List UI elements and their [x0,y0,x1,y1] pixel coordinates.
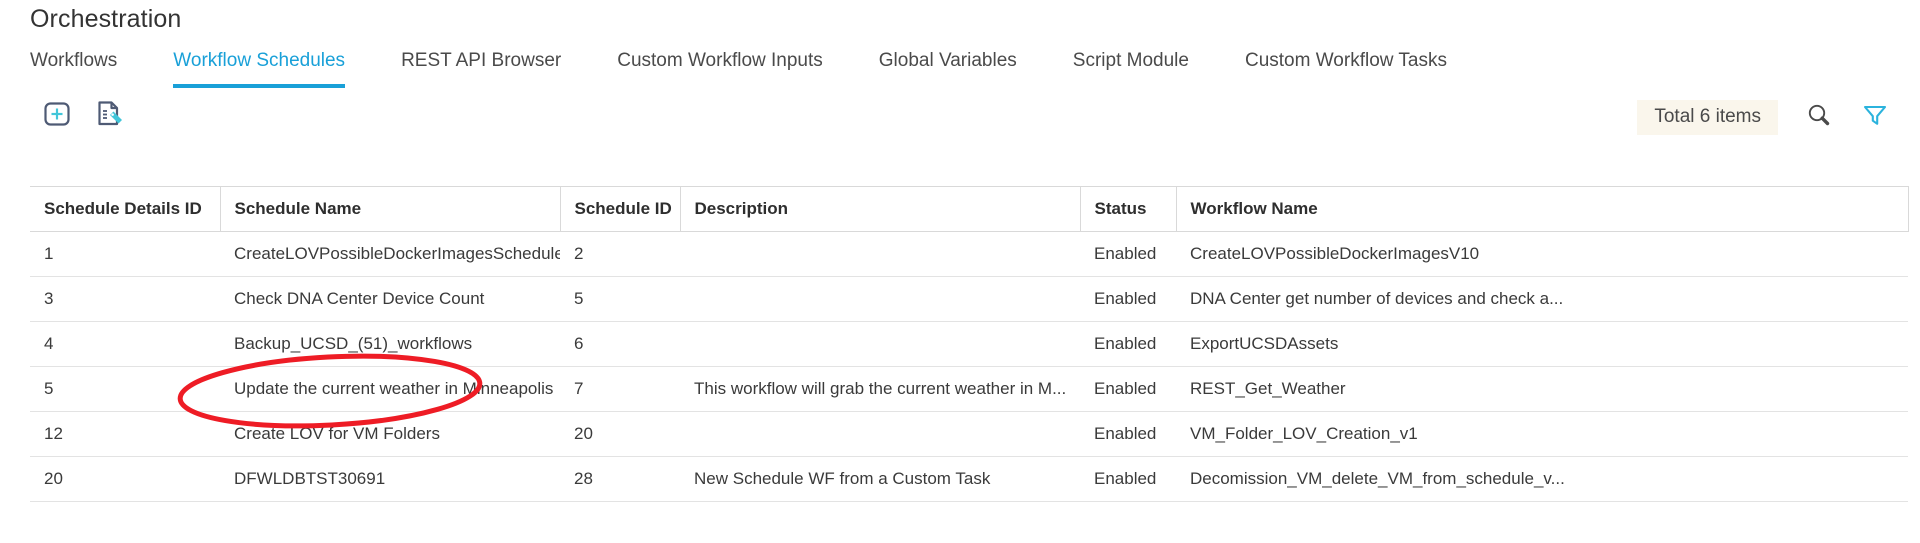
tab-script-module[interactable]: Script Module [1073,48,1189,88]
tab-custom-workflow-inputs[interactable]: Custom Workflow Inputs [617,48,823,88]
column-header-schedule-name[interactable]: Schedule Name [220,186,561,232]
table-row[interactable]: 5 Update the current weather in Minneapol… [30,366,1908,412]
cell-status: Enabled [1080,456,1176,502]
schedules-table-container: Schedule Details ID Schedule Name Schedu… [30,186,1909,502]
column-header-workflow-name[interactable]: Workflow Name [1176,186,1909,232]
cell-description [680,276,1080,322]
cell-schedule-name: DFWLDBTST30691 [220,456,560,502]
cell-status: Enabled [1080,321,1176,367]
tab-custom-workflow-tasks[interactable]: Custom Workflow Tasks [1245,48,1447,88]
tab-bar: Workflows Workflow Schedules REST API Brow… [30,48,1900,90]
cell-schedule-id: 2 [560,231,680,277]
column-header-description[interactable]: Description [680,186,1081,232]
document-tag-icon [94,98,124,133]
cell-schedule-details-id: 4 [30,321,220,367]
cell-schedule-name: Check DNA Center Device Count [220,276,560,322]
toolbar-actions-left [40,98,126,132]
cell-schedule-name: Update the current weather in Minneapoli… [220,366,560,412]
column-header-schedule-id[interactable]: Schedule ID [560,186,681,232]
table-header-row: Schedule Details ID Schedule Name Schedu… [30,186,1909,232]
cell-workflow-name: ExportUCSDAssets [1176,321,1908,367]
cell-schedule-details-id: 5 [30,366,220,412]
cell-schedule-name: Create LOV for VM Folders [220,411,560,457]
add-plus-box-icon [42,98,72,133]
cell-schedule-id: 7 [560,366,680,412]
cell-schedule-name: Backup_UCSD_(51)_workflows [220,321,560,367]
cell-workflow-name: REST_Get_Weather [1176,366,1908,412]
column-header-status[interactable]: Status [1080,186,1177,232]
table-body: 1 CreateLOVPossibleDockerImagesSchedule 2 E… [30,231,1908,502]
table-row[interactable]: 4 Backup_UCSD_(51)_workflows 6 Enabled Expor… [30,321,1908,367]
filter-funnel-icon [1861,101,1889,134]
page-title: Orchestration [30,5,182,33]
tab-workflow-schedules[interactable]: Workflow Schedules [173,48,346,88]
cell-schedule-name: CreateLOVPossibleDockerImagesSchedule [220,231,560,277]
cell-schedule-id: 6 [560,321,680,367]
cell-workflow-name: VM_Folder_LOV_Creation_v1 [1176,411,1908,457]
toolbar: Total 6 items [30,98,1900,146]
table-row[interactable]: 3 Check DNA Center Device Count 5 Enabled DN… [30,276,1908,322]
cell-description [680,231,1080,277]
table-row[interactable]: 20 DFWLDBTST30691 28 New Schedule WF from a… [30,456,1908,502]
search-button[interactable] [1804,103,1834,133]
report-export-button[interactable] [92,98,126,132]
cell-schedule-details-id: 3 [30,276,220,322]
cell-schedule-details-id: 12 [30,411,220,457]
search-icon [1805,101,1833,134]
total-items-badge: Total 6 items [1637,100,1778,135]
cell-status: Enabled [1080,411,1176,457]
tab-global-variables[interactable]: Global Variables [879,48,1017,88]
table-row[interactable]: 12 Create LOV for VM Folders 20 Enabled VM_F… [30,411,1908,457]
cell-status: Enabled [1080,366,1176,412]
tab-workflows[interactable]: Workflows [30,48,117,88]
table-header: Schedule Details ID Schedule Name Schedu… [30,186,1909,232]
toolbar-actions-right: Total 6 items [1637,100,1890,135]
cell-schedule-details-id: 20 [30,456,220,502]
cell-description [680,321,1080,367]
cell-workflow-name: CreateLOVPossibleDockerImagesV10 [1176,231,1908,277]
cell-status: Enabled [1080,276,1176,322]
cell-schedule-id: 20 [560,411,680,457]
cell-description: This workflow will grab the current weat… [680,366,1080,412]
cell-status: Enabled [1080,231,1176,277]
cell-schedule-id: 5 [560,276,680,322]
cell-schedule-details-id: 1 [30,231,220,277]
cell-workflow-name: DNA Center get number of devices and che… [1176,276,1908,322]
cell-workflow-name: Decomission_VM_delete_VM_from_schedule_v… [1176,456,1908,502]
cell-description: New Schedule WF from a Custom Task [680,456,1080,502]
workflow-schedules-table: Schedule Details ID Schedule Name Schedu… [30,186,1909,502]
add-schedule-button[interactable] [40,98,74,132]
cell-schedule-id: 28 [560,456,680,502]
tab-rest-api-browser[interactable]: REST API Browser [401,48,561,88]
cell-description [680,411,1080,457]
table-row[interactable]: 1 CreateLOVPossibleDockerImagesSchedule 2 E… [30,231,1908,277]
column-header-schedule-details-id[interactable]: Schedule Details ID [30,186,221,232]
filter-button[interactable] [1860,103,1890,133]
